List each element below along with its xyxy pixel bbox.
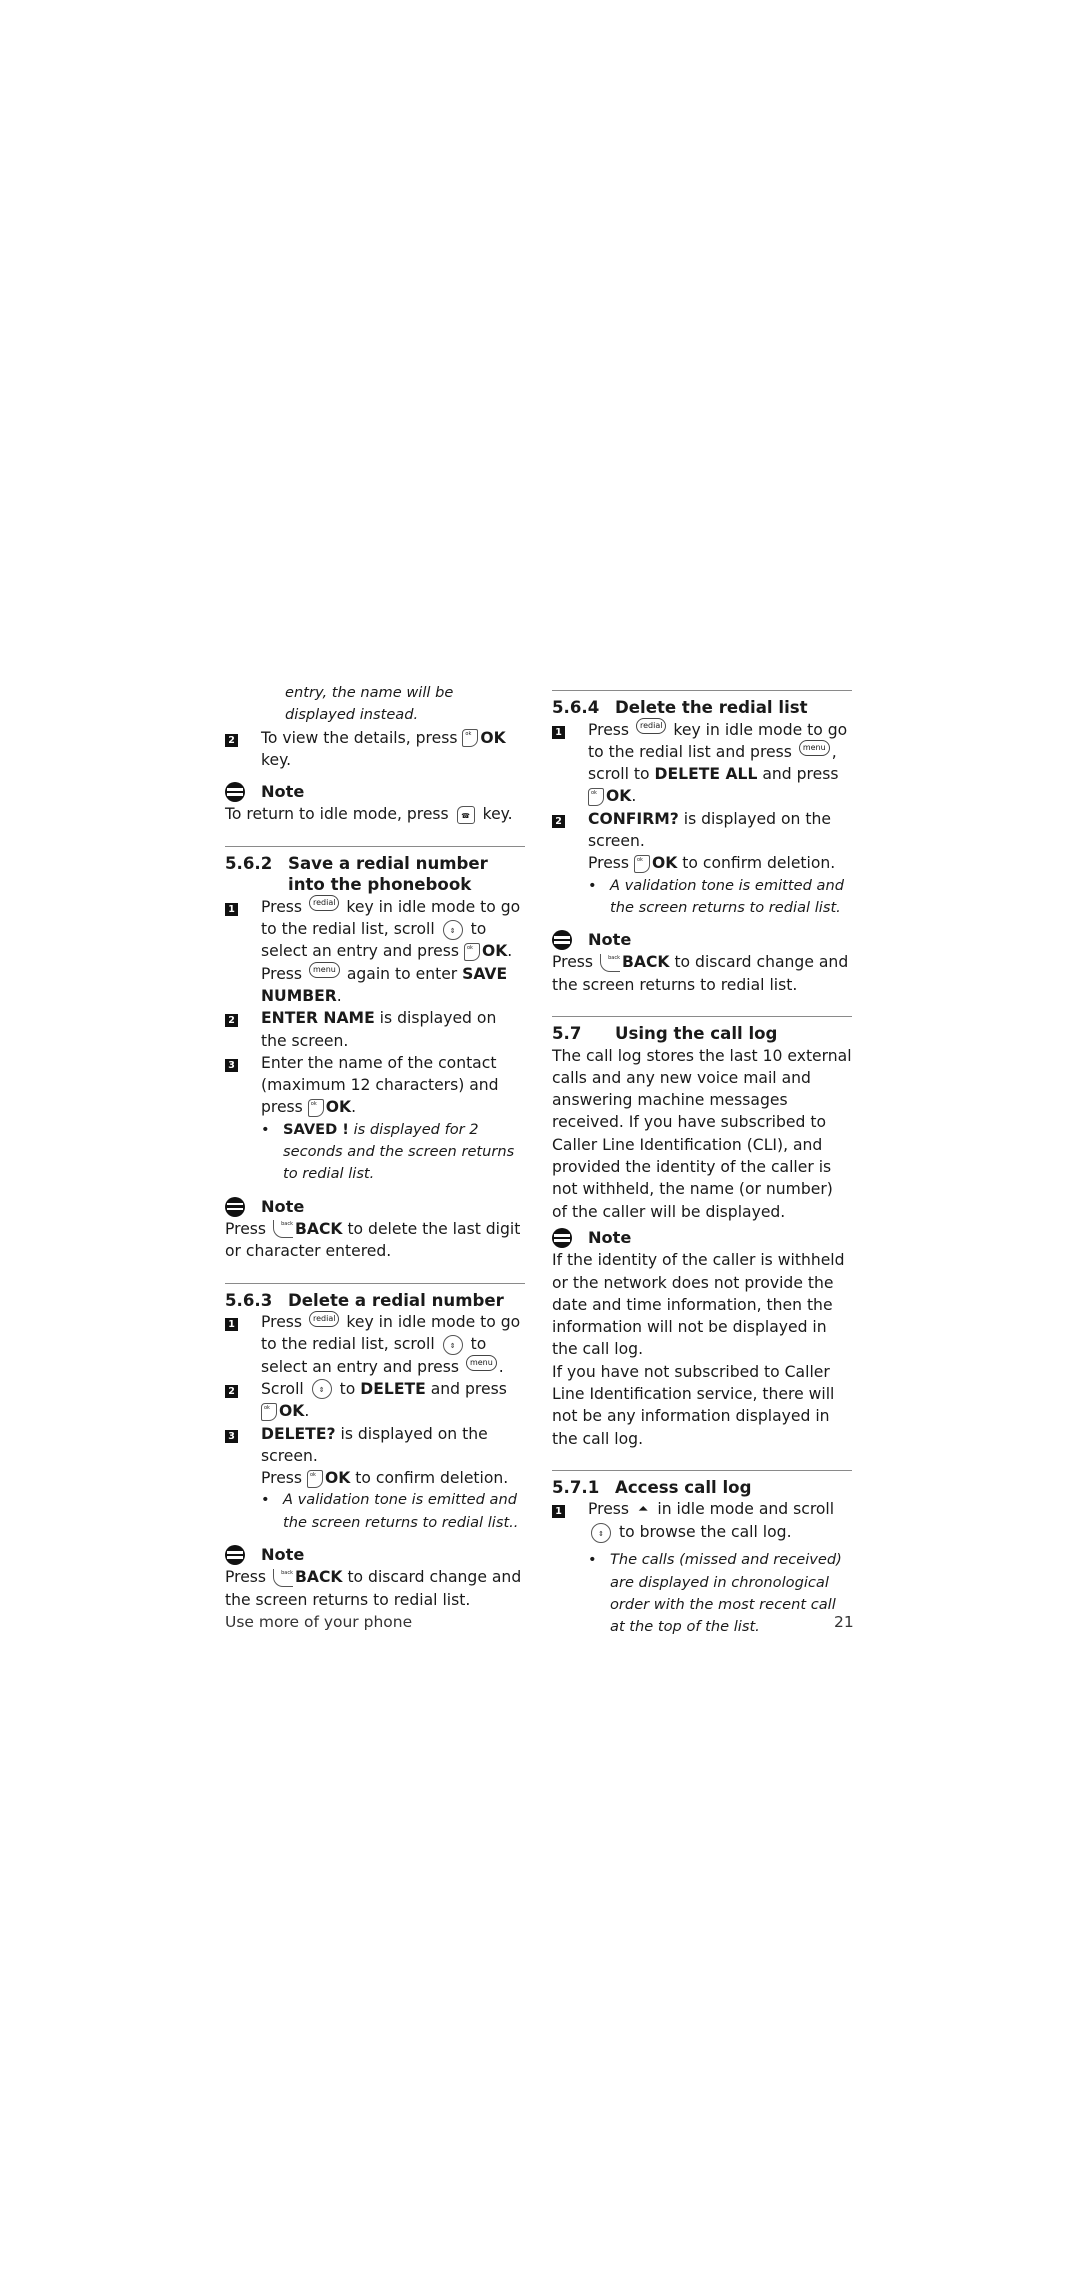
note-heading: Note	[225, 781, 525, 803]
bullet-item: • SAVED ! is displayed for 2 seconds and…	[261, 1120, 515, 1183]
section-body: The call log stores the last 10 external…	[552, 1046, 852, 1221]
list-item: 1 Press redial key in idle mode to go to…	[225, 1310, 525, 1378]
step-number-badge: 1	[225, 1318, 238, 1332]
section-heading-5-6-4: 5.6.4 Delete the redial list	[552, 698, 808, 717]
footer-section-title: Use more of your phone	[225, 1613, 413, 1631]
step-number-badge: 2	[552, 814, 565, 828]
step-number-badge: 3	[225, 1058, 238, 1072]
ok-key-icon: ok	[463, 942, 480, 961]
step-number-badge: 2	[225, 1014, 238, 1028]
end-call-key-icon: ☎	[456, 805, 475, 824]
ok-key-icon: ok	[634, 854, 650, 873]
step-number-badge: 2	[225, 733, 238, 747]
step-number-badge: 3	[225, 1429, 238, 1443]
note-text: If the identity of the caller is withhel…	[552, 1251, 845, 1359]
step-number-badge: 2	[225, 1384, 238, 1398]
note-heading: Note	[552, 1227, 852, 1249]
back-key-icon: back	[273, 1220, 293, 1239]
page-number: 21	[834, 1613, 854, 1631]
bullet-item: • A validation tone is emitted and the s…	[588, 876, 844, 916]
scroll-key-icon: ⇕	[311, 1379, 332, 1400]
back-key-icon: back	[600, 953, 620, 972]
section-heading-5-7: 5.7 Using the call log	[552, 1024, 778, 1044]
note-heading: Note	[225, 1196, 525, 1218]
ok-key-icon: ok	[462, 729, 479, 748]
redial-key-icon: redial	[636, 718, 667, 734]
left-column: entry, the name will be displayed instea…	[225, 682, 525, 1611]
list-item: 3 DELETE? is displayed on the screen. Pr…	[225, 1423, 525, 1490]
list-item: 2 To view the details, press ok OK key.	[225, 727, 525, 772]
section-heading-5-7-1: 5.7.1 Access call log	[552, 1477, 752, 1497]
step-number-badge: 1	[552, 1505, 565, 1519]
list-item: 2 Scroll ⇕ to DELETE and press ok OK.	[225, 1378, 525, 1423]
ok-key-icon: ok	[261, 1402, 277, 1421]
back-key-icon: back	[273, 1568, 293, 1587]
bullet-item: • The calls (missed and received) are di…	[588, 1551, 842, 1636]
redial-key-icon: redial	[309, 895, 340, 912]
menu-key-icon: menu	[465, 1355, 497, 1372]
call-log-key-icon: ⏶	[638, 1501, 649, 1517]
note-heading: Note	[552, 929, 852, 951]
section-heading-5-6-3: 5.6.3 Delete a redial number	[225, 1290, 504, 1310]
right-column: 5.6.4 Delete the redial list 1 Press redi…	[552, 690, 852, 1639]
list-item: 2 ENTER NAME is displayed on the screen.	[225, 1007, 525, 1052]
bullet-item: • A validation tone is emitted and the s…	[261, 1491, 519, 1531]
note-icon	[552, 1228, 572, 1249]
list-item: 1 Press redial key in idle mode to go to…	[552, 718, 852, 808]
note-text: Press back BACK to discard change and the…	[225, 1568, 522, 1609]
note-heading: Note	[225, 1544, 525, 1566]
ok-key-icon: ok	[307, 1098, 324, 1117]
note-text: Press back BACK to discard change and the…	[552, 953, 849, 994]
menu-key-icon: menu	[309, 962, 340, 979]
redial-key-icon: redial	[309, 1310, 340, 1327]
scroll-key-icon: ⇕	[591, 1522, 611, 1543]
step-number-badge: 1	[225, 902, 238, 916]
ok-key-icon: ok	[307, 1469, 323, 1488]
section-heading-5-6-2: 5.6.2 Save a redial number into the phone…	[225, 853, 488, 895]
list-item: 3 Enter the name of the contact (maximum…	[225, 1052, 525, 1119]
note-text: To return to idle mode, press ☎ key.	[225, 805, 513, 824]
continuation-text: entry, the name will be displayed instea…	[285, 684, 454, 724]
list-item: 2 CONFIRM? is displayed on the screen. P…	[552, 808, 852, 875]
note-text: If you have not subscribed to Caller Lin…	[552, 1362, 835, 1448]
step-number-badge: 1	[552, 725, 565, 739]
ok-key-icon: ok	[588, 787, 604, 806]
scroll-key-icon: ⇕	[442, 919, 463, 940]
note-icon	[225, 1545, 245, 1566]
note-icon	[552, 930, 572, 951]
list-item: 1 Press ⏶ in idle mode and scroll ⇕ to b…	[552, 1498, 852, 1543]
scroll-key-icon: ⇕	[442, 1334, 463, 1355]
note-icon	[225, 782, 245, 803]
note-text: Press back BACK to delete the last digit …	[225, 1219, 521, 1261]
menu-key-icon: menu	[798, 740, 830, 757]
note-icon	[225, 1196, 245, 1217]
list-item: 1 Press redial key in idle mode to go to…	[225, 895, 525, 1007]
